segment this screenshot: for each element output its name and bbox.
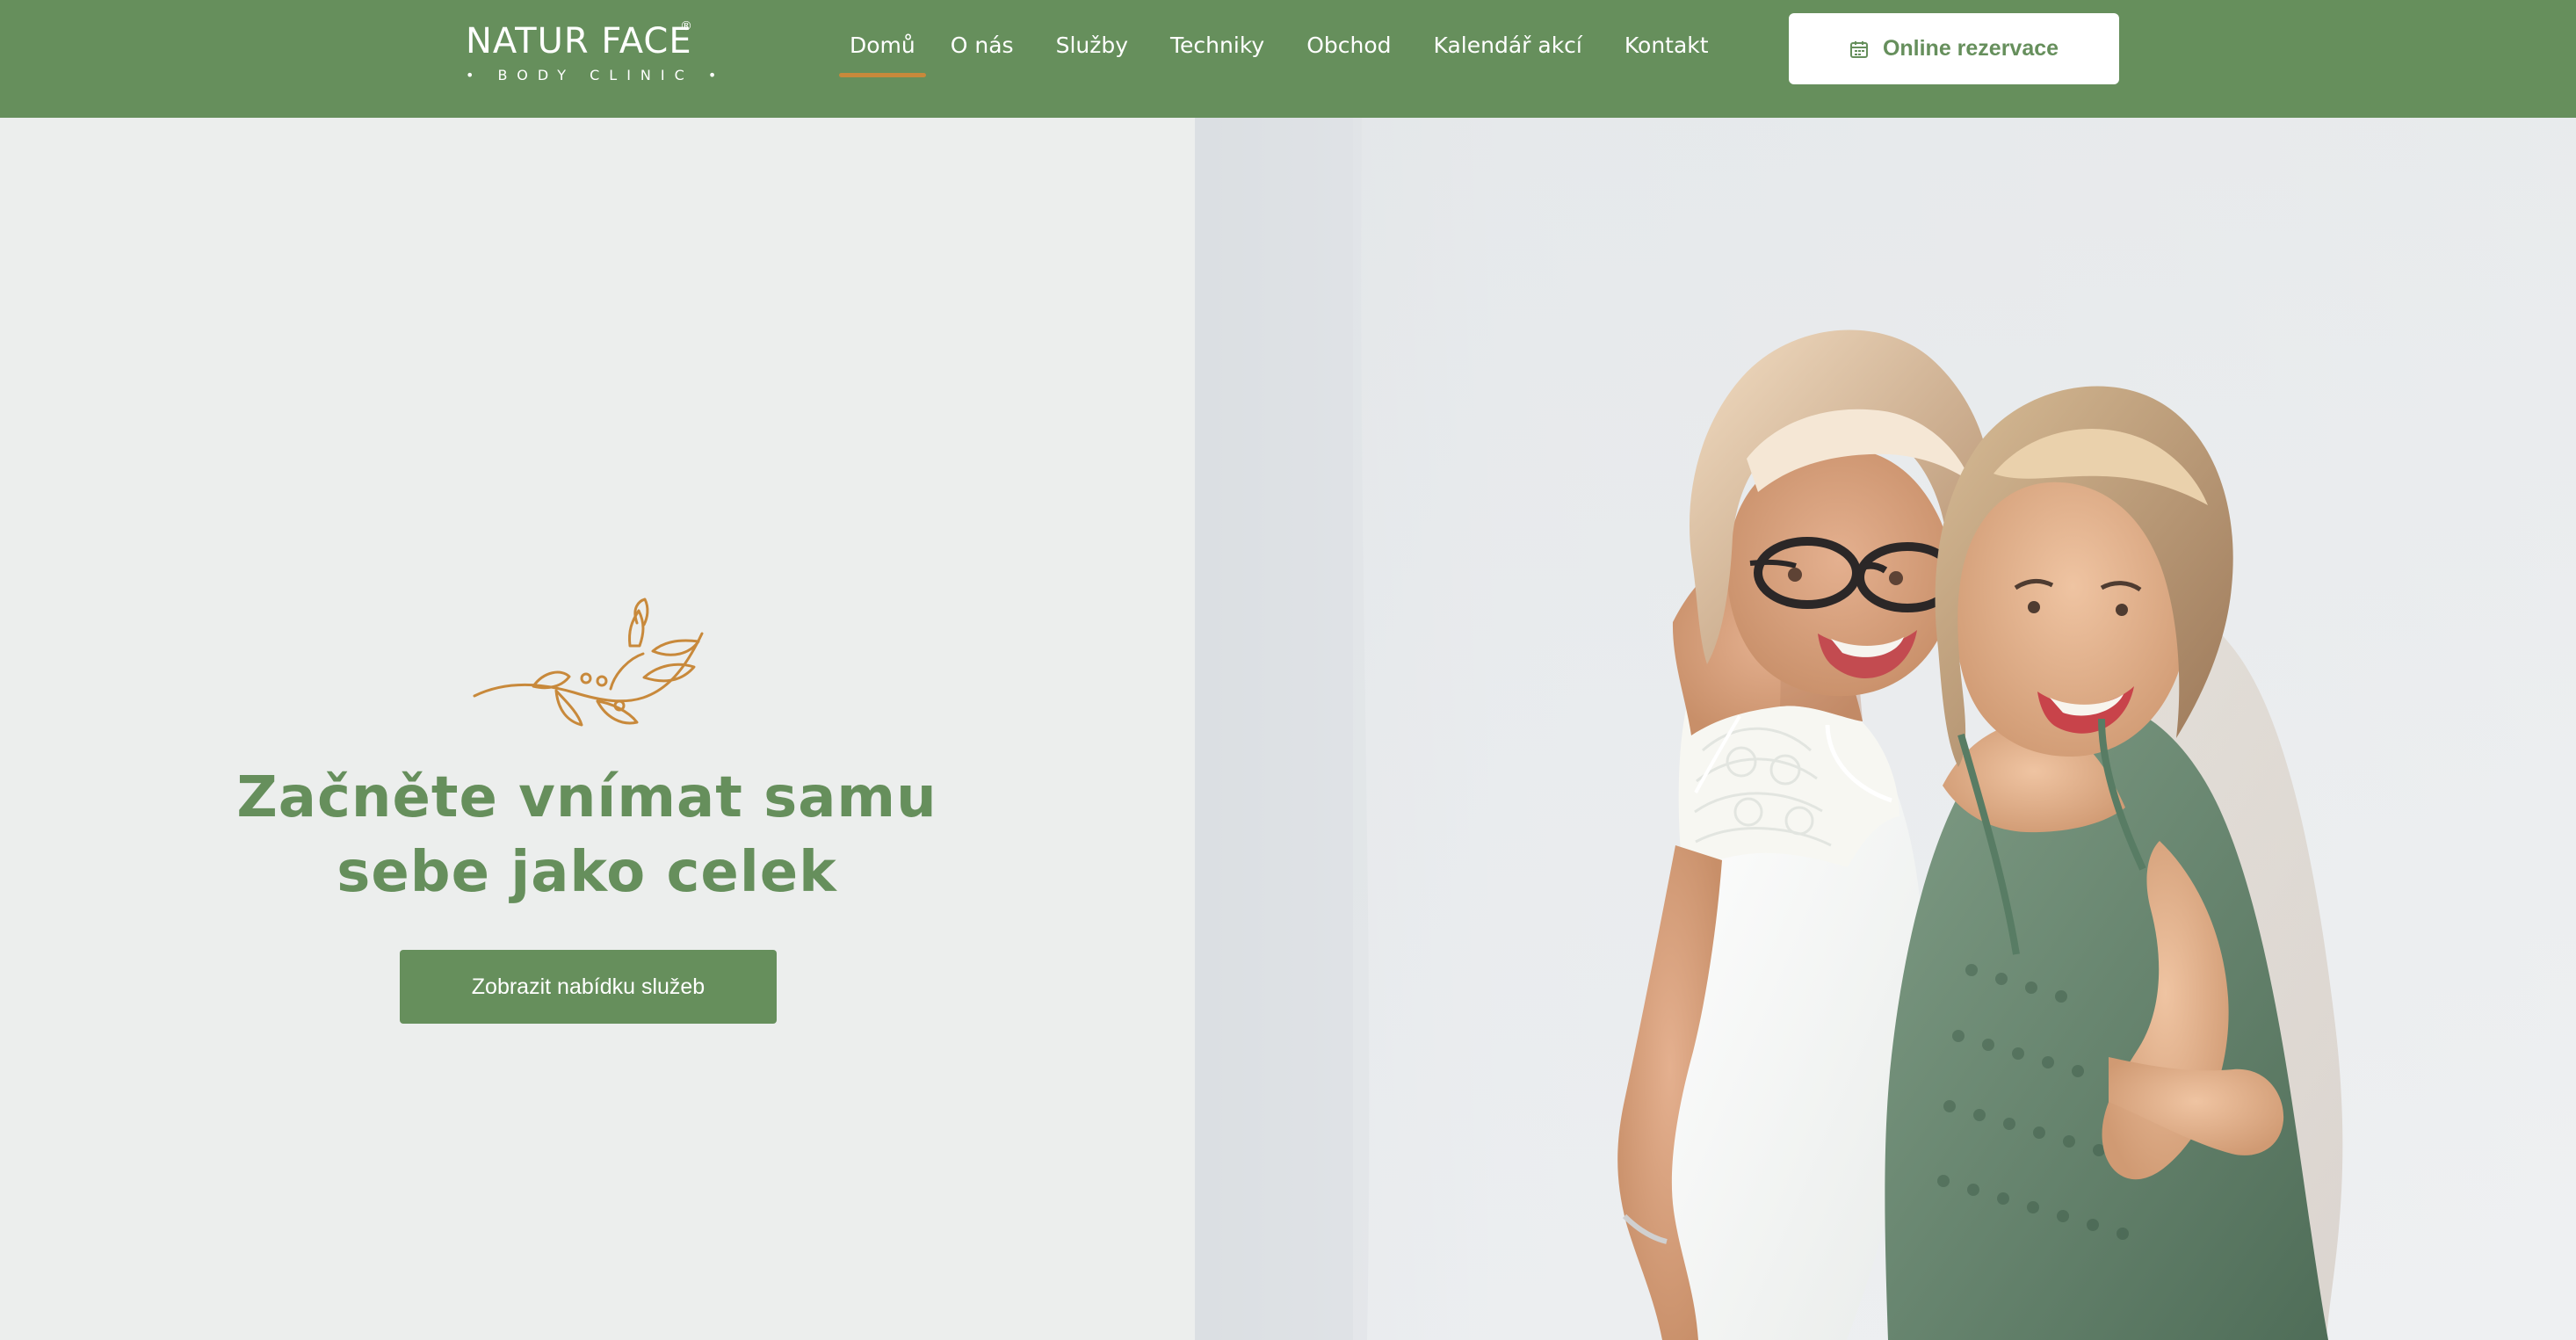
calendar-icon	[1849, 40, 1868, 58]
nav-item-kontakt[interactable]: Kontakt	[1614, 32, 1719, 84]
online-reservation-label: Online rezervace	[1882, 36, 2059, 61]
logo-registered-mark: ®	[680, 19, 692, 33]
logo-tagline: • BODY CLINIC •	[466, 67, 727, 83]
hero-photo-panel	[1195, 118, 2576, 1340]
nav-item-obchod[interactable]: Obchod	[1296, 32, 1401, 84]
nav-item-o-nas[interactable]: O nás	[940, 32, 1024, 84]
hero-headline-line-1: Začněte vnímat samu	[236, 765, 937, 830]
logo-wordmark: NATUR FACE	[466, 21, 692, 62]
nav-item-sluzby[interactable]: Služby	[1046, 32, 1139, 84]
view-services-label: Zobrazit nabídku služeb	[471, 974, 706, 999]
nav-item-techniky[interactable]: Techniky	[1160, 32, 1275, 84]
main-navigation: Domů O nás Služby Techniky Obchod Kalend…	[839, 32, 1719, 84]
online-reservation-button[interactable]: Online rezervace	[1789, 13, 2119, 84]
two-women-smiling-photo	[1195, 118, 2576, 1340]
nav-item-kalendar-akci[interactable]: Kalendář akcí	[1423, 32, 1593, 84]
view-services-button[interactable]: Zobrazit nabídku služeb	[400, 950, 777, 1024]
nav-item-domu[interactable]: Domů	[839, 32, 926, 84]
hero-headline: Začněte vnímat samu sebe jako celek	[207, 761, 966, 910]
site-header: NATUR FACE ® • BODY CLINIC • Domů O nás …	[0, 0, 2576, 118]
site-logo[interactable]: NATUR FACE ® • BODY CLINIC •	[466, 19, 716, 88]
flower-branch-icon	[473, 598, 704, 727]
hero-headline-line-2: sebe jako celek	[336, 840, 837, 905]
